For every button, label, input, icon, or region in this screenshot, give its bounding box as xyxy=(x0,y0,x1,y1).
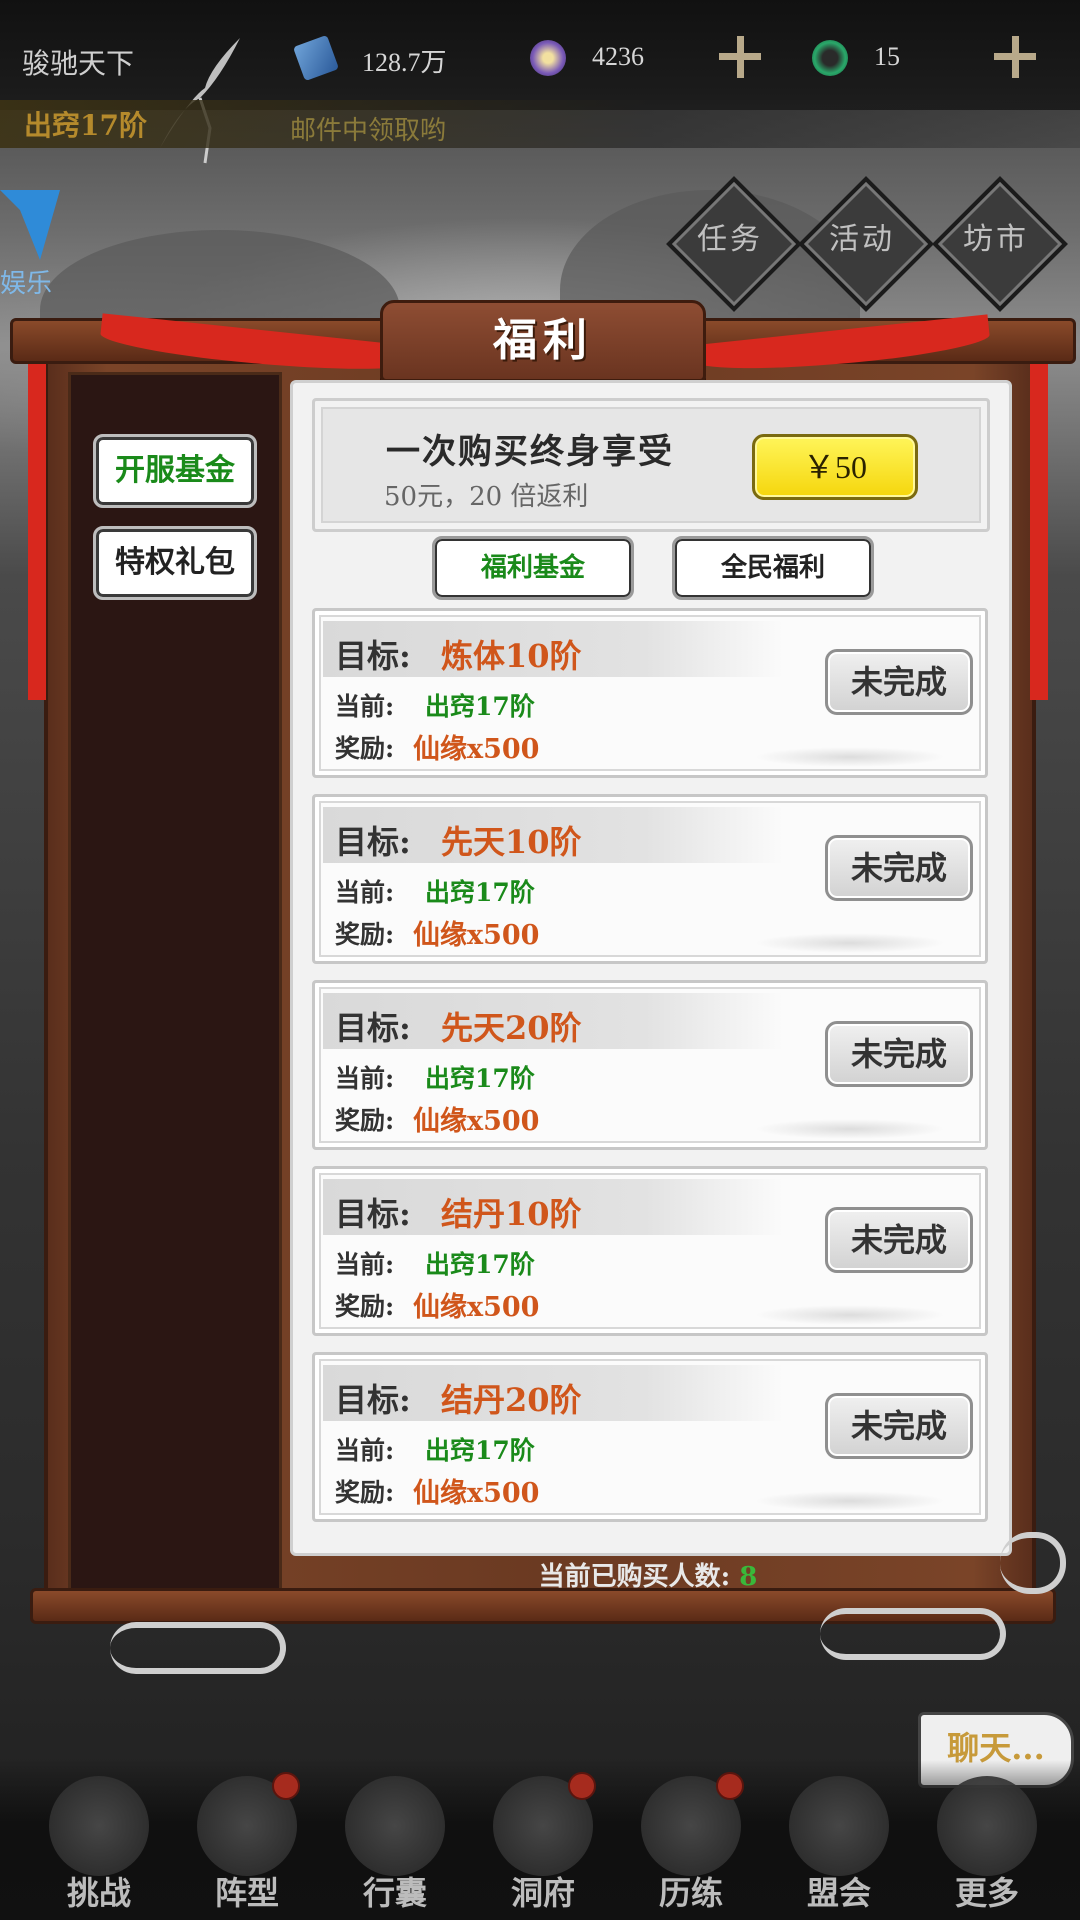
nav-label: 挑战 xyxy=(66,1874,131,1912)
task-card: 目标: 炼体10阶 当前: 出窍17阶 奖励: 仙缘x500 未完成 xyxy=(312,608,988,778)
banner-subtitle: 50元，20 倍返利 xyxy=(384,482,589,512)
nav-label: 行囊 xyxy=(362,1874,427,1912)
panel-title-plaque: 福利 xyxy=(380,300,706,382)
resource-amount: 128.7万 xyxy=(362,48,447,77)
current-label: 当前: xyxy=(335,878,395,907)
reward-label: 奖励: xyxy=(335,1292,395,1321)
current-value: 出窍17阶 xyxy=(425,878,535,907)
nav-label: 历练 xyxy=(658,1874,723,1912)
spirit-orb-icon xyxy=(530,40,566,76)
task-card: 目标: 先天20阶 当前: 出窍17阶 奖励: 仙缘x500 未完成 xyxy=(312,980,988,1150)
reward-label: 奖励: xyxy=(335,920,395,949)
crossed-swords-icon xyxy=(49,1776,149,1876)
goal-label: 目标: xyxy=(335,1381,411,1419)
task-card: 目标: 先天10阶 当前: 出窍17阶 奖励: 仙缘x500 未完成 xyxy=(312,794,988,964)
nav-tasks-label: 任务 xyxy=(697,222,763,257)
goal-value: 先天10阶 xyxy=(441,823,582,861)
reward-label: 奖励: xyxy=(335,1106,395,1135)
cloud-decoration xyxy=(820,1608,1006,1660)
nav-bag[interactable]: 行囊 xyxy=(320,1770,470,1920)
nav-label: 更多 xyxy=(954,1874,1019,1912)
ribbon-decoration xyxy=(1030,360,1048,700)
tab-opening-fund[interactable]: 开服基金 xyxy=(93,434,257,508)
tab-public-welfare[interactable]: 全民福利 xyxy=(672,536,874,600)
task-status-button[interactable]: 未完成 xyxy=(825,1021,973,1087)
rank-label: 出窍17阶 xyxy=(24,109,147,142)
server-name: 骏驰天下 xyxy=(22,47,135,80)
add-resource-button[interactable] xyxy=(715,32,765,82)
nav-cave[interactable]: 洞府 xyxy=(468,1770,618,1920)
nav-label: 洞府 xyxy=(510,1874,575,1912)
more-icon xyxy=(937,1776,1037,1876)
nav-guild[interactable]: 盟会 xyxy=(764,1770,914,1920)
current-value: 出窍17阶 xyxy=(425,1436,535,1465)
publisher-logo-icon[interactable]: 娱乐 xyxy=(0,190,60,300)
add-jade-button[interactable] xyxy=(990,32,1040,82)
current-label: 当前: xyxy=(335,1436,395,1465)
tab-privilege-pack[interactable]: 特权礼包 xyxy=(93,526,257,600)
nav-training[interactable]: 历练 xyxy=(616,1770,766,1920)
notification-badge xyxy=(568,1772,596,1800)
buy-price-button[interactable]: ￥50 xyxy=(752,434,918,500)
reward-value: 仙缘x500 xyxy=(413,734,540,765)
goal-label: 目标: xyxy=(335,1195,411,1233)
notice-bar xyxy=(0,100,1080,148)
goal-label: 目标: xyxy=(335,637,411,675)
goal-label: 目标: xyxy=(335,1009,411,1047)
goal-value: 炼体10阶 xyxy=(441,637,582,675)
notification-badge xyxy=(716,1772,744,1800)
goal-value: 结丹10阶 xyxy=(441,1195,582,1233)
current-value: 出窍17阶 xyxy=(425,1250,535,1279)
task-status-button[interactable]: 未完成 xyxy=(825,1207,973,1273)
task-card: 目标: 结丹20阶 当前: 出窍17阶 奖励: 仙缘x500 未完成 xyxy=(312,1352,988,1522)
current-value: 出窍17阶 xyxy=(425,1064,535,1093)
reward-value: 仙缘x500 xyxy=(413,1478,540,1509)
mist-decoration xyxy=(755,1305,945,1325)
nav-activities-button[interactable]: 活动 xyxy=(798,176,934,312)
nav-more[interactable]: 更多 xyxy=(912,1770,1062,1920)
goal-label: 目标: xyxy=(335,823,411,861)
nav-market-button[interactable]: 坊市 xyxy=(932,176,1068,312)
reward-value: 仙缘x500 xyxy=(413,920,540,951)
cloud-decoration xyxy=(1000,1532,1066,1594)
current-label: 当前: xyxy=(335,1064,395,1093)
tab-welfare-fund[interactable]: 福利基金 xyxy=(432,536,634,600)
task-status-button[interactable]: 未完成 xyxy=(825,1393,973,1459)
jade-icon xyxy=(812,40,848,76)
task-card: 目标: 结丹10阶 当前: 出窍17阶 奖励: 仙缘x500 未完成 xyxy=(312,1166,988,1336)
notification-badge xyxy=(272,1772,300,1800)
nav-formation[interactable]: 阵型 xyxy=(172,1770,322,1920)
goal-value: 结丹20阶 xyxy=(441,1381,582,1419)
notice-ticker: 邮件中领取哟 xyxy=(290,116,447,146)
mist-decoration xyxy=(755,933,945,953)
resource-amount: 4236 xyxy=(592,42,644,71)
current-label: 当前: xyxy=(335,1250,395,1279)
task-status-button[interactable]: 未完成 xyxy=(825,835,973,901)
reward-label: 奖励: xyxy=(335,734,395,763)
logo-text: 娱乐 xyxy=(0,269,52,299)
resource-amount: 15 xyxy=(874,42,900,71)
nav-label: 盟会 xyxy=(806,1874,871,1912)
mist-decoration xyxy=(755,1119,945,1139)
guild-banner-icon xyxy=(789,1776,889,1876)
task-status-button[interactable]: 未完成 xyxy=(825,649,973,715)
bag-icon xyxy=(345,1776,445,1876)
panel-title: 福利 xyxy=(493,315,593,366)
goal-value: 先天20阶 xyxy=(441,1009,582,1047)
reward-label: 奖励: xyxy=(335,1478,395,1507)
reward-value: 仙缘x500 xyxy=(413,1106,540,1137)
banner-title: 一次购买终身享受 xyxy=(386,432,674,472)
mist-decoration xyxy=(755,747,945,767)
nav-challenge[interactable]: 挑战 xyxy=(24,1770,174,1920)
ribbon-decoration xyxy=(28,360,46,700)
mist-decoration xyxy=(755,1491,945,1511)
current-label: 当前: xyxy=(335,692,395,721)
nav-activities-label: 活动 xyxy=(829,222,895,257)
reward-value: 仙缘x500 xyxy=(413,1292,540,1323)
nav-tasks-button[interactable]: 任务 xyxy=(666,176,802,312)
cloud-decoration xyxy=(110,1622,286,1674)
nav-label: 阵型 xyxy=(214,1874,279,1912)
nav-market-label: 坊市 xyxy=(963,222,1029,257)
current-value: 出窍17阶 xyxy=(425,692,535,721)
